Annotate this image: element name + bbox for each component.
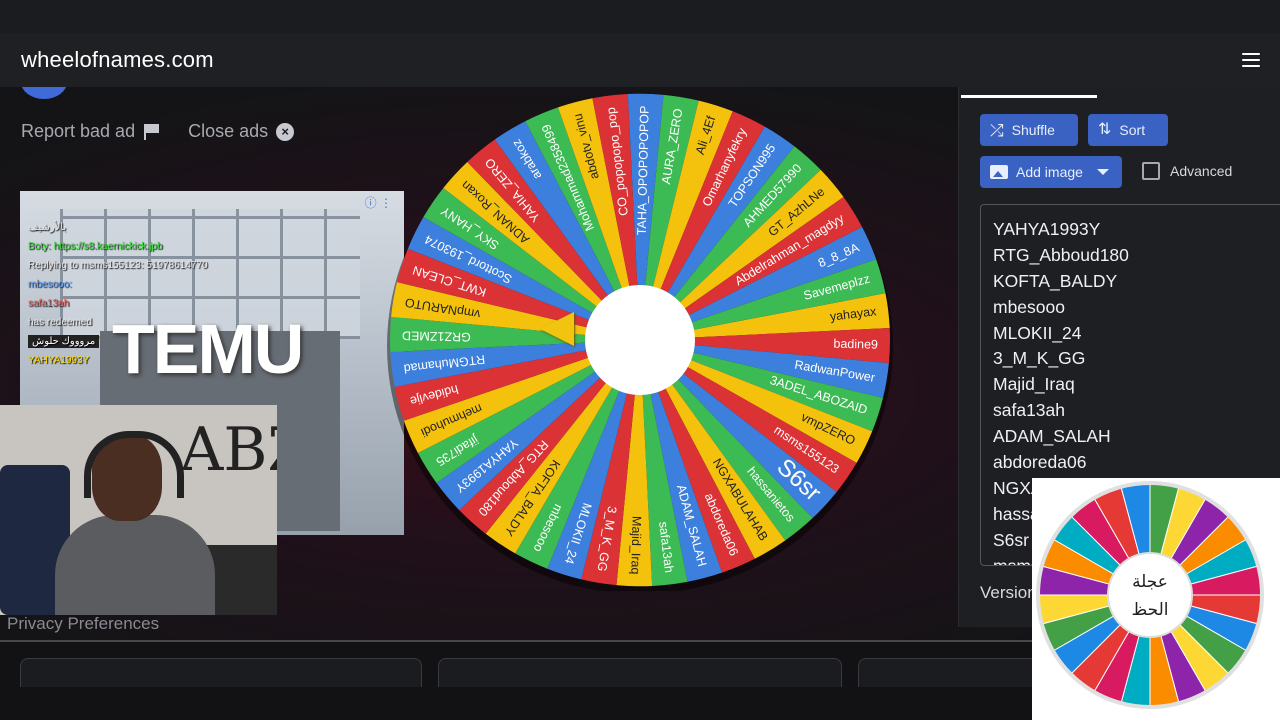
chevron-down-icon [1096,169,1109,175]
chat-line: Boty: https://s8.kaernickick.jpb [28,241,163,252]
add-image-button[interactable]: Add image [980,156,1122,188]
name-entry: 3_M_K_GG [993,348,1086,369]
hamburger-menu-icon[interactable] [1242,53,1260,67]
wheel-pointer-icon [540,312,574,346]
lower-card[interactable] [20,658,422,687]
sort-button[interactable]: ⇅ Sort [1088,114,1168,146]
name-entry: mbesooo [993,296,1065,317]
wheel-entry-label: badine9 [833,337,878,352]
shuffle-label: Shuffle [1011,122,1055,138]
chat-line: Replying to msms155123: 51978614770 [28,260,208,271]
chat-line: safa13ah [28,298,70,309]
browser-top-strip [0,0,1280,33]
lower-card[interactable] [438,658,842,687]
wheel-entry-label: TAHA_OPOPOPOPOP [635,105,652,235]
chat-line: YAHYA1993Y [28,355,90,366]
name-entry: ADAM_SALAH [993,426,1111,447]
flag-icon [143,123,161,140]
lucky-wheel-hub [1107,552,1193,638]
privacy-preferences-link[interactable]: Privacy Preferences [7,614,159,634]
version-label: Version [980,583,1037,602]
name-entry: safa13ah [993,400,1066,421]
name-entry: KOFTA_BALDY [993,270,1118,291]
wheel-entry-label: GRZ1ZMED [402,328,471,344]
name-entry: MLOKII_24 [993,322,1082,343]
navbar: wheelofnames.com [0,33,1280,87]
webcam-wall-sign: ABZ [180,415,277,485]
shuffle-icon: ⤮ [990,120,1004,140]
image-icon [990,165,1008,179]
chat-line: has redeemed [28,317,92,328]
name-entry: YAHYA1993Y [993,219,1101,239]
name-entry: abdoreda06 [993,452,1087,473]
chat-line: mbesooo: [28,279,72,290]
headphones-icon [84,431,184,498]
shuffle-button[interactable]: ⤮ Shuffle [980,114,1078,146]
wheel-of-names[interactable]: yahayaxbadine9RadwanPower3ADEL_ABOZAIDvm… [370,87,910,591]
wheel-hub[interactable] [585,285,695,395]
name-entry: Majid_Iraq [993,374,1075,395]
add-image-label: Add image [1016,164,1083,180]
sort-icon: ⇅ [1098,121,1112,138]
report-bad-ad-link[interactable]: Report bad ad [21,121,161,142]
close-icon: × [276,122,295,141]
avatar[interactable] [21,87,67,99]
chat-line: بالأرشيف [28,222,67,233]
lucky-wheel-title: الحظ [1131,600,1168,620]
report-bad-ad-label: Report bad ad [21,121,136,141]
sort-label: Sort [1119,122,1146,138]
chat-badge: مروووك حلوش [28,335,100,348]
advanced-checkbox[interactable] [1142,162,1160,180]
close-ads-label: Close ads [188,121,269,141]
stream-chat-overlay: بالأرشيف Boty: https://s8.kaernickick.jp… [28,221,358,373]
lucky-wheel-logo-overlay: عجلة الحظ [1032,478,1280,720]
close-ads-link[interactable]: Close ads × [188,121,295,142]
wheel-entry-label: Majid_Iraq [628,516,643,575]
tab-entries[interactable] [961,95,1097,98]
ad-controls: Report bad ad Close ads × [21,121,295,142]
webcam-person-body [55,515,215,615]
advanced-label: Advanced [1170,163,1233,179]
webcam-overlay: ABZ [0,405,277,615]
advanced-toggle[interactable]: Advanced [1142,162,1232,180]
name-entry: RTG_Abboud180 [993,244,1129,265]
lucky-wheel-title: عجلة [1132,572,1168,592]
site-brand[interactable]: wheelofnames.com [21,47,214,73]
lucky-wheel-logo: عجلة الحظ [1036,481,1264,709]
